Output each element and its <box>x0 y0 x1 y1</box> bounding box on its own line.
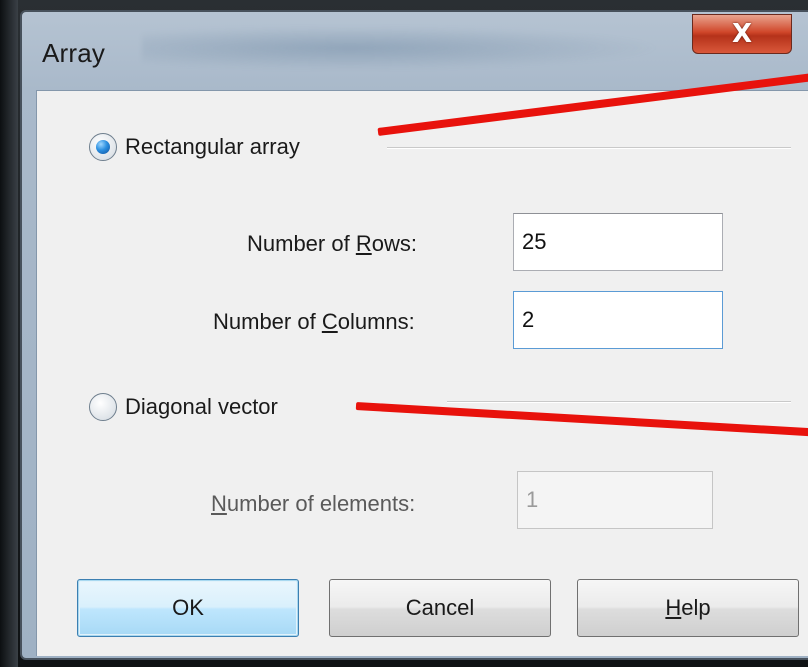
rows-input[interactable] <box>513 213 723 271</box>
rows-label-rest: ows: <box>371 231 417 256</box>
group-separator-rectangular <box>387 147 791 149</box>
columns-label-rest: olumns: <box>337 309 415 334</box>
radio-rectangular-array[interactable] <box>89 133 117 161</box>
option-diagonal-vector[interactable]: Diagonal vector <box>89 393 278 421</box>
dialog-title: Array <box>42 38 106 68</box>
screenshot-stage: Array X Rectangular array Number of Rows… <box>0 0 808 667</box>
columns-input[interactable] <box>513 291 723 349</box>
columns-label: Number of Columns: <box>213 309 415 335</box>
rows-label: Number of Rows: <box>247 231 417 257</box>
help-button[interactable]: Help <box>577 579 799 637</box>
ok-button[interactable]: OK <box>77 579 299 637</box>
title-bar-glass <box>142 26 662 70</box>
elements-input <box>517 471 713 529</box>
elements-label-rest: umber of elements: <box>226 491 416 516</box>
elements-label: Number of elements: <box>211 491 415 517</box>
help-label-rest: elp <box>681 595 711 620</box>
dialog-client-area: Rectangular array Number of Rows: Number… <box>36 90 808 656</box>
close-button[interactable]: X <box>692 14 792 54</box>
radio-selected-dot-icon <box>96 140 110 154</box>
close-icon: X <box>731 19 753 49</box>
elements-label-accelerator: N <box>211 491 227 516</box>
columns-label-accelerator: C <box>321 309 338 334</box>
rows-label-accelerator: R <box>355 231 372 256</box>
option-rectangular-array[interactable]: Rectangular array <box>89 133 300 161</box>
radio-diagonal-vector[interactable] <box>89 393 117 421</box>
rows-label-prefix: Number of <box>247 231 356 256</box>
rectangular-array-label[interactable]: Rectangular array <box>125 134 300 160</box>
cancel-button[interactable]: Cancel <box>329 579 551 637</box>
array-dialog: Array X Rectangular array Number of Rows… <box>20 10 808 660</box>
group-separator-diagonal <box>447 401 791 403</box>
columns-label-prefix: Number of <box>213 309 322 334</box>
help-label-accelerator: H <box>665 595 682 620</box>
diagonal-vector-label[interactable]: Diagonal vector <box>125 394 278 420</box>
background-edge <box>0 0 18 667</box>
